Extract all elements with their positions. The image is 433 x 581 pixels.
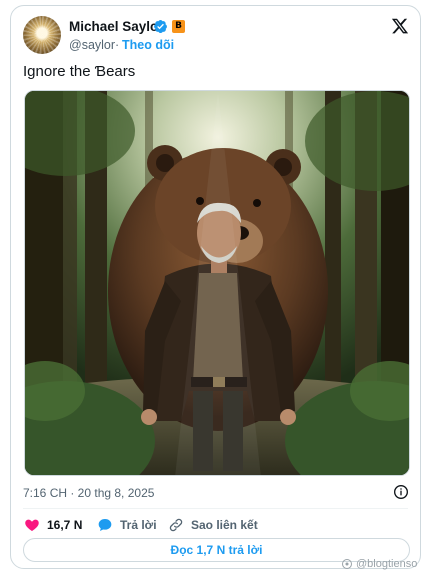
reply-button[interactable]: Trả lời bbox=[97, 516, 157, 534]
verified-badge-icon bbox=[154, 19, 167, 34]
tweet-image[interactable] bbox=[24, 90, 410, 476]
avatar[interactable] bbox=[23, 16, 61, 54]
reply-label: Trả lời bbox=[120, 518, 157, 532]
watermark-logo-icon bbox=[342, 559, 352, 569]
bear-forest-image bbox=[25, 91, 409, 475]
watermark: @blogtienso bbox=[341, 558, 417, 570]
separator-dot: · bbox=[115, 38, 120, 52]
author-handle[interactable]: @saylor bbox=[69, 38, 115, 52]
like-count: 16,7 N bbox=[47, 518, 83, 532]
author-name[interactable]: Michael Saylor bbox=[69, 19, 164, 34]
tweet-text: Ignore the Ɓears bbox=[23, 63, 136, 80]
x-logo-icon[interactable] bbox=[391, 17, 409, 35]
copy-link-button[interactable]: Sao liên kết bbox=[168, 516, 258, 534]
reply-bubble-icon bbox=[98, 519, 112, 531]
heart-icon bbox=[25, 519, 39, 531]
divider bbox=[23, 508, 408, 509]
tweet-timestamp[interactable]: 7:16 CH · 20 thg 8, 2025 bbox=[23, 486, 154, 500]
bitcoin-badge-icon: B bbox=[172, 20, 185, 33]
link-icon bbox=[169, 518, 183, 532]
watermark-text: @blogtienso bbox=[356, 558, 418, 570]
tweet-card: Michael Saylor B @saylor · Theo dõi Igno… bbox=[10, 5, 421, 569]
like-button[interactable]: 16,7 N bbox=[24, 516, 82, 534]
copy-link-label: Sao liên kết bbox=[191, 518, 258, 532]
info-icon[interactable] bbox=[393, 484, 409, 500]
follow-button[interactable]: Theo dõi bbox=[122, 38, 174, 52]
